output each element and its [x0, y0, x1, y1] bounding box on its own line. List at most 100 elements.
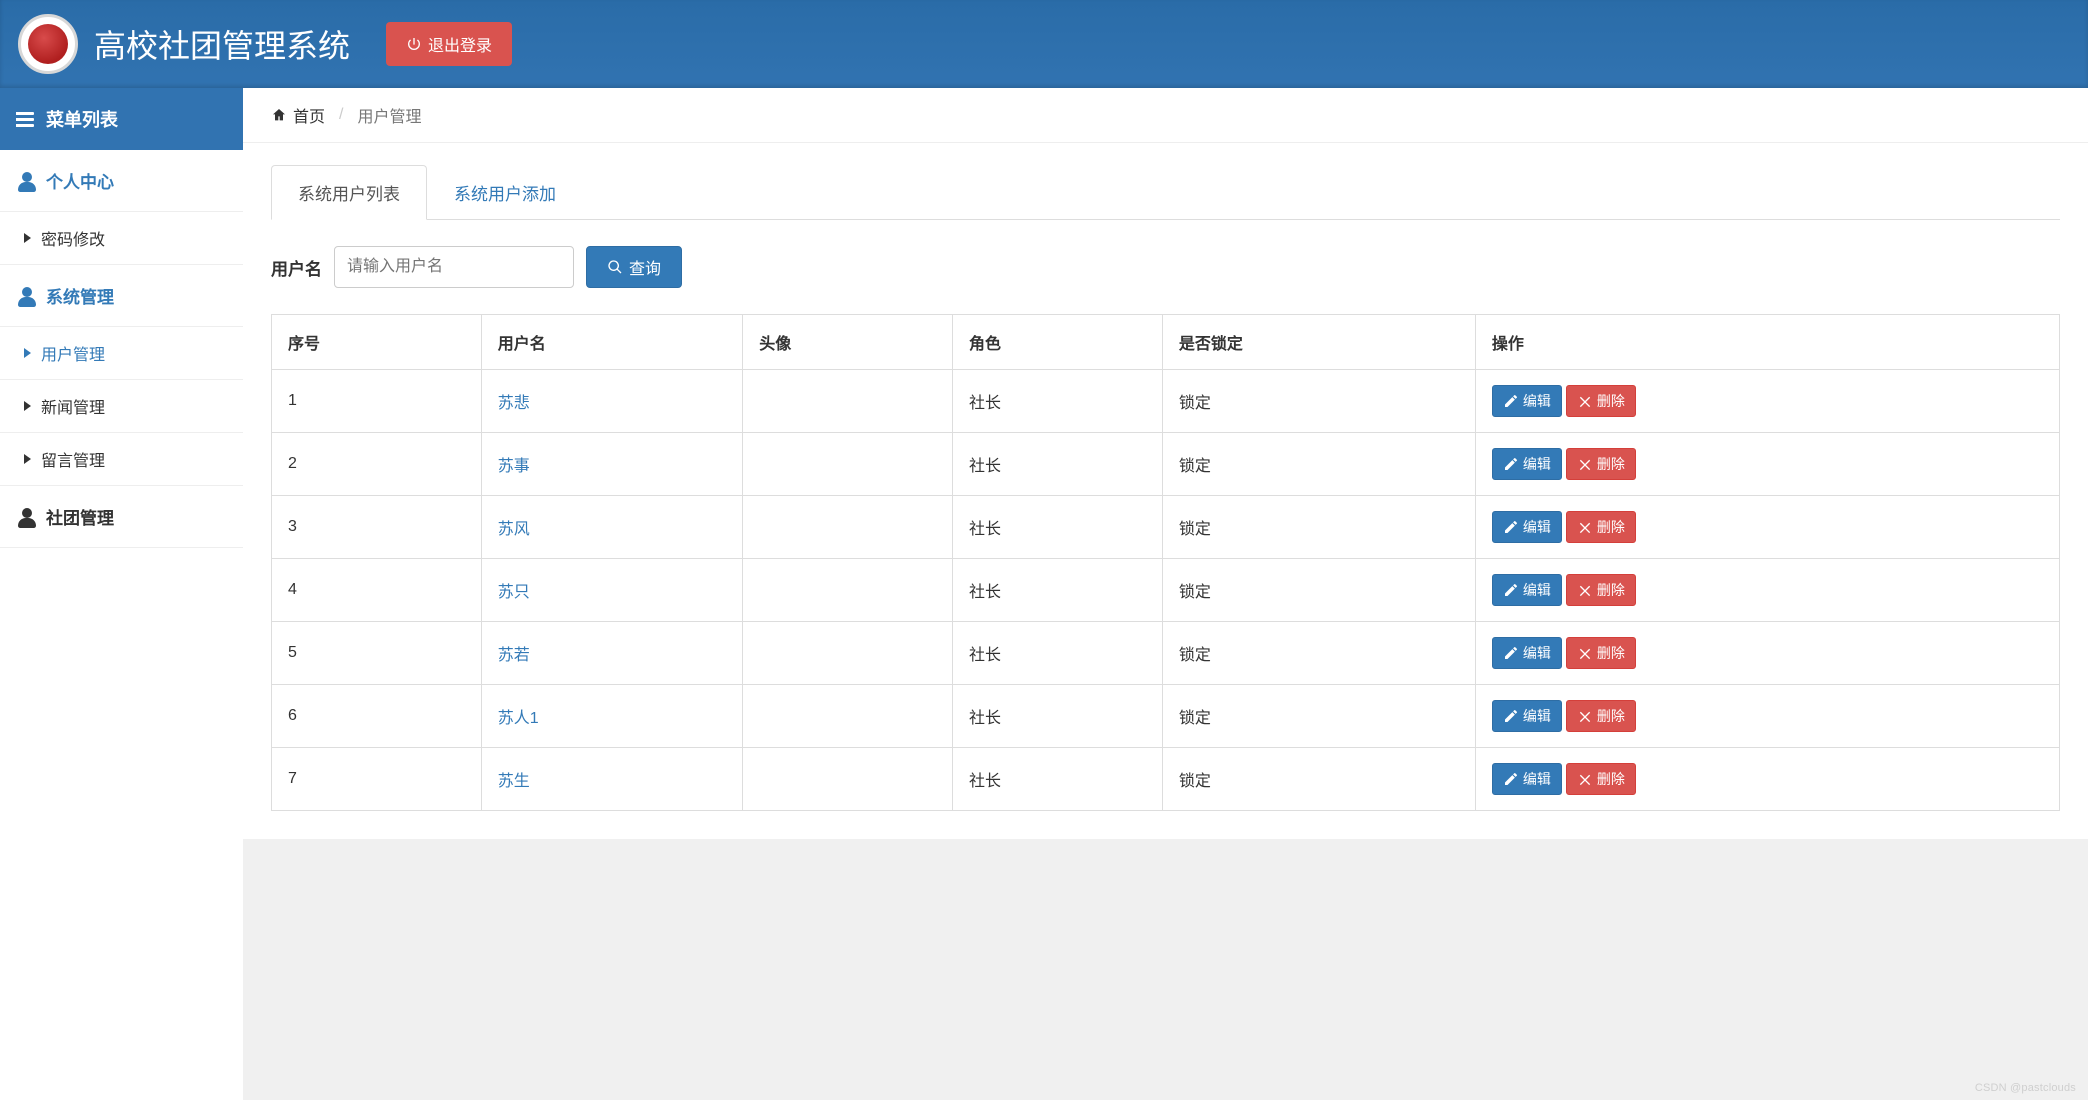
edit-button[interactable]: 编辑 [1492, 763, 1562, 795]
close-icon [1577, 393, 1593, 409]
username-link[interactable]: 苏风 [498, 521, 530, 538]
cell-avatar [743, 622, 953, 685]
cell-avatar [743, 433, 953, 496]
sidebar-sub-news[interactable]: 新闻管理 [0, 380, 243, 433]
delete-button[interactable]: 删除 [1566, 574, 1636, 606]
username-link[interactable]: 苏若 [498, 647, 530, 664]
delete-button[interactable]: 删除 [1566, 700, 1636, 732]
sidebar-item-label: 留言管理 [41, 447, 105, 471]
user-icon [18, 172, 36, 190]
cell-seq: 1 [272, 370, 482, 433]
cell-actions: 编辑删除 [1475, 559, 2059, 622]
username-link[interactable]: 苏悲 [498, 395, 530, 412]
breadcrumb: 首页 / 用户管理 [243, 88, 2088, 143]
edit-button[interactable]: 编辑 [1492, 700, 1562, 732]
cell-actions: 编辑删除 [1475, 748, 2059, 811]
edit-button[interactable]: 编辑 [1492, 448, 1562, 480]
delete-button[interactable]: 删除 [1566, 763, 1636, 795]
breadcrumb-separator: / [339, 106, 343, 124]
watermark: CSDN @pastclouds [1975, 1082, 2076, 1094]
cell-role: 社长 [953, 496, 1163, 559]
username-link[interactable]: 苏人1 [498, 710, 539, 727]
cell-actions: 编辑删除 [1475, 370, 2059, 433]
cell-username: 苏生 [481, 748, 742, 811]
table-row: 4苏只社长锁定编辑删除 [272, 559, 2060, 622]
delete-button[interactable]: 删除 [1566, 637, 1636, 669]
cell-actions: 编辑删除 [1475, 433, 2059, 496]
table-row: 6 苏人1 社长锁定编辑删除 [272, 685, 2060, 748]
pencil-icon [1503, 645, 1519, 661]
cell-seq: 7 [272, 748, 482, 811]
delete-button[interactable]: 删除 [1566, 448, 1636, 480]
table-row: 7 苏生 社长锁定编辑删除 [272, 748, 2060, 811]
breadcrumb-home[interactable]: 首页 [271, 103, 325, 127]
tab-user-list[interactable]: 系统用户列表 [271, 165, 427, 220]
sidebar-item-label: 社团管理 [46, 504, 114, 529]
cell-actions: 编辑删除 [1475, 685, 2059, 748]
cell-role: 社长 [953, 559, 1163, 622]
sidebar-item-system[interactable]: 系统管理 [0, 265, 243, 327]
edit-button[interactable]: 编辑 [1492, 511, 1562, 543]
edit-button[interactable]: 编辑 [1492, 637, 1562, 669]
cell-seq: 6 [272, 685, 482, 748]
edit-button[interactable]: 编辑 [1492, 385, 1562, 417]
sidebar-sub-messages[interactable]: 留言管理 [0, 433, 243, 486]
pencil-icon [1503, 771, 1519, 787]
username-link[interactable]: 苏事 [498, 458, 530, 475]
sidebar-item-club[interactable]: 社团管理 [0, 486, 243, 548]
delete-button[interactable]: 删除 [1566, 385, 1636, 417]
cell-locked: 锁定 [1162, 622, 1475, 685]
menu-header: 菜单列表 [0, 88, 243, 150]
delete-button[interactable]: 删除 [1566, 511, 1636, 543]
cell-locked: 锁定 [1162, 748, 1475, 811]
sidebar-sub-password[interactable]: 密码修改 [0, 212, 243, 265]
cell-locked: 锁定 [1162, 370, 1475, 433]
cell-avatar [743, 370, 953, 433]
main-content: 首页 / 用户管理 系统用户列表 系统用户添加 用户名 查询 [243, 88, 2088, 1100]
caret-right-icon [24, 454, 31, 464]
cell-avatar [743, 559, 953, 622]
sidebar-item-personal[interactable]: 个人中心 [0, 150, 243, 212]
cell-role: 社长 [953, 748, 1163, 811]
search-button[interactable]: 查询 [586, 246, 682, 288]
cell-username: 苏事 [481, 433, 742, 496]
username-link[interactable]: 苏只 [498, 584, 530, 601]
table-row: 2苏事社长锁定编辑删除 [272, 433, 2060, 496]
cell-seq: 3 [272, 496, 482, 559]
cell-avatar [743, 685, 953, 748]
close-icon [1577, 771, 1593, 787]
pencil-icon [1503, 708, 1519, 724]
cell-avatar [743, 748, 953, 811]
app-title: 高校社团管理系统 [94, 21, 350, 67]
th-role: 角色 [953, 315, 1163, 370]
sidebar-item-label: 新闻管理 [41, 394, 105, 418]
home-icon [271, 107, 287, 123]
cell-username: 苏风 [481, 496, 742, 559]
sidebar-item-label: 用户管理 [41, 341, 105, 365]
close-icon [1577, 456, 1593, 472]
cell-role: 社长 [953, 685, 1163, 748]
tab-user-add[interactable]: 系统用户添加 [427, 165, 583, 220]
user-table: 序号 用户名 头像 角色 是否锁定 操作 1苏悲社长锁定编辑删除2苏事社长锁定编… [271, 314, 2060, 811]
cell-locked: 锁定 [1162, 685, 1475, 748]
cell-role: 社长 [953, 622, 1163, 685]
pencil-icon [1503, 456, 1519, 472]
edit-button[interactable]: 编辑 [1492, 574, 1562, 606]
power-icon [406, 36, 422, 52]
search-icon [607, 259, 623, 275]
sidebar-sub-users[interactable]: 用户管理 [0, 327, 243, 380]
cell-seq: 4 [272, 559, 482, 622]
close-icon [1577, 519, 1593, 535]
close-icon [1577, 582, 1593, 598]
breadcrumb-current: 用户管理 [357, 103, 421, 127]
cell-username: 苏人1 [481, 685, 742, 748]
search-input[interactable] [334, 246, 574, 288]
username-link[interactable]: 苏生 [498, 773, 530, 790]
cell-role: 社长 [953, 433, 1163, 496]
logout-button[interactable]: 退出登录 [386, 22, 512, 66]
table-row: 3苏风社长锁定编辑删除 [272, 496, 2060, 559]
caret-right-icon [24, 348, 31, 358]
sidebar-item-label: 系统管理 [46, 283, 114, 308]
app-header: 高校社团管理系统 退出登录 [0, 0, 2088, 88]
th-username: 用户名 [481, 315, 742, 370]
